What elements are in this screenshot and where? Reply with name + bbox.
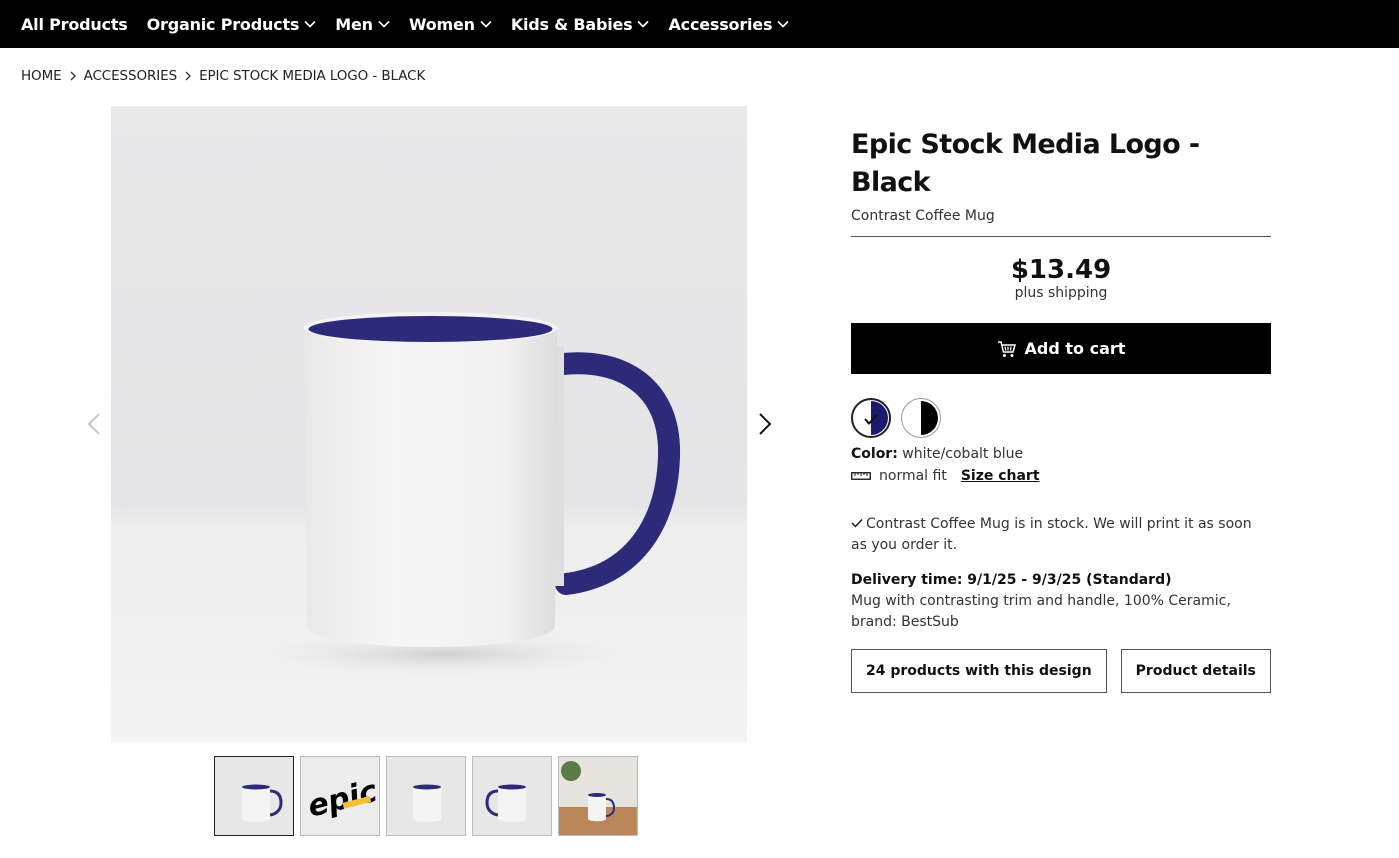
products-with-design-button[interactable]: 24 products with this design	[851, 649, 1107, 693]
nav-item-women[interactable]: Women	[409, 15, 492, 34]
product-price: $13.49	[1010, 255, 1112, 285]
add-to-cart-label: Add to cart	[1024, 339, 1126, 358]
chevron-down-icon	[777, 20, 789, 28]
mug-lifestyle-thumbnail[interactable]	[558, 756, 638, 836]
color-label: Color:	[851, 446, 898, 462]
arrow-left-icon[interactable]	[82, 410, 106, 438]
nav-item-accessories[interactable]: Accessories	[668, 15, 789, 34]
top-navigation: All Products Organic Products Men Women …	[0, 0, 1399, 48]
delivery-info: Delivery time: 9/1/25 - 9/3/25 (Standard…	[851, 570, 1271, 633]
chevron-down-icon	[637, 20, 650, 28]
check-icon	[864, 414, 878, 425]
nav-item-men[interactable]: Men	[335, 15, 390, 34]
chevron-right-icon	[70, 71, 76, 81]
arrow-right-icon[interactable]	[753, 410, 777, 438]
stock-text: Contrast Coffee Mug is in stock. We will…	[851, 516, 1252, 553]
product-description: Mug with contrasting trim and handle, 10…	[851, 593, 1231, 630]
chevron-down-icon	[378, 20, 390, 28]
delivery-time: Delivery time: 9/1/25 - 9/3/25 (Standard…	[851, 572, 1172, 588]
mug-side-thumbnail[interactable]	[386, 756, 466, 836]
breadcrumb: HOME ACCESSORIES EPIC STOCK MEDIA LOGO -…	[21, 68, 425, 84]
swatch-white-black[interactable]	[901, 398, 941, 438]
nav-item-label: Women	[408, 14, 475, 34]
nav-item-label: All Products	[21, 14, 128, 34]
secondary-actions: 24 products with this design Product det…	[851, 649, 1271, 693]
nav-item-label: Organic Products	[146, 14, 300, 34]
nav-item-organic-products[interactable]: Organic Products	[147, 15, 317, 34]
swatch-white-cobalt-blue[interactable]	[851, 398, 891, 438]
breadcrumb-home[interactable]: HOME	[21, 68, 62, 84]
size-chart-link[interactable]: Size chart	[961, 468, 1040, 484]
chevron-down-icon	[480, 20, 492, 28]
breadcrumb-current[interactable]: EPIC STOCK MEDIA LOGO - BLACK	[199, 68, 425, 84]
divider	[851, 236, 1271, 237]
nav-item-all-products[interactable]: All Products	[21, 15, 128, 34]
color-line: Color: white/cobalt blue	[851, 446, 1271, 462]
color-value: white/cobalt blue	[902, 446, 1024, 462]
fit-value: normal fit	[879, 468, 947, 484]
chevron-down-icon	[304, 20, 316, 28]
mug-front-thumbnail[interactable]	[214, 756, 294, 836]
breadcrumb-accessories[interactable]: ACCESSORIES	[84, 68, 178, 84]
check-icon	[851, 519, 863, 528]
nav-item-kids-babies[interactable]: Kids & Babies	[511, 15, 650, 34]
nav-item-label: Accessories	[668, 14, 773, 34]
product-info: Epic Stock Media Logo - Black Contrast C…	[851, 126, 1271, 693]
price-block: $13.49 plus shipping	[851, 255, 1271, 301]
chevron-right-icon	[185, 71, 191, 81]
product-title: Epic Stock Media Logo - Black	[851, 129, 1200, 198]
product-subtitle: Contrast Coffee Mug	[851, 208, 995, 224]
nav-item-label: Kids & Babies	[510, 14, 633, 34]
color-swatches	[851, 398, 1271, 438]
fit-line: normal fit Size chart	[851, 468, 1271, 484]
product-details-button[interactable]: Product details	[1120, 649, 1271, 693]
stock-message: Contrast Coffee Mug is in stock. We will…	[851, 514, 1271, 556]
cart-icon	[997, 340, 1016, 357]
ruler-icon	[851, 471, 871, 481]
product-main-image[interactable]	[111, 106, 747, 742]
shipping-note: plus shipping	[1014, 285, 1108, 301]
thumbnail-strip: epic	[214, 756, 638, 836]
add-to-cart-button[interactable]: Add to cart	[851, 323, 1271, 374]
mug-back-thumbnail[interactable]	[472, 756, 552, 836]
logo-design-thumbnail[interactable]: epic	[300, 756, 380, 836]
nav-item-label: Men	[335, 14, 373, 34]
